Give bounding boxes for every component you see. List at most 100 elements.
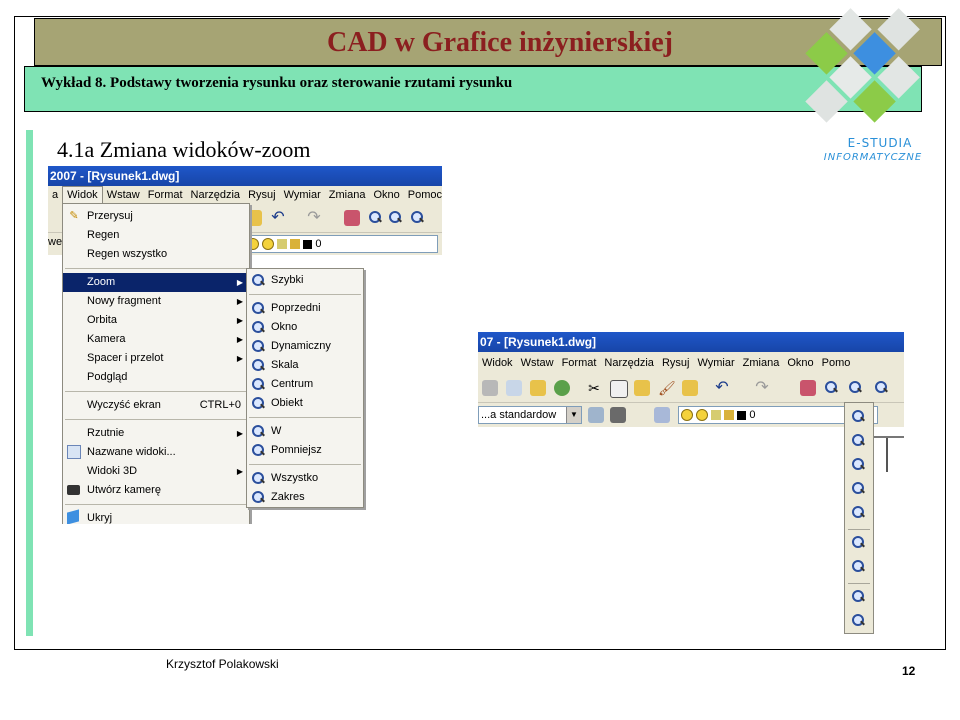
menu-item-rysuj[interactable]: Rysuj — [658, 352, 694, 374]
menu-item-wymiar[interactable]: Wymiar — [280, 186, 325, 204]
menu-spacer-i-przelot[interactable]: Spacer i przelot ▶ — [63, 349, 249, 368]
menu-item-narzedzia[interactable]: Narzędzia — [600, 352, 658, 374]
publish-icon[interactable] — [530, 380, 546, 396]
dropdown-arrow-icon[interactable]: ▼ — [566, 407, 581, 423]
lock-icon — [290, 239, 301, 250]
zoom-window-icon[interactable] — [851, 409, 869, 427]
menu-item-wstaw[interactable]: Wstaw — [517, 352, 558, 374]
zoom-centrum[interactable]: Centrum — [247, 375, 363, 394]
table-style-icon[interactable] — [610, 407, 626, 423]
screenshot-zoom-flyout: 07 - [Rysunek1.dwg] Widok Wstaw Format Narz… — [478, 332, 904, 438]
zoom-obiekt[interactable]: Obiekt — [247, 394, 363, 413]
cut-icon[interactable]: ✂ — [586, 380, 602, 396]
zoom-previous-icon — [251, 301, 265, 315]
pan-icon[interactable] — [800, 380, 816, 396]
zoom-realtime-icon[interactable] — [824, 380, 840, 396]
menu-rzutnie[interactable]: Rzutnie ▶ — [63, 424, 249, 443]
menu-item-rysuj[interactable]: Rysuj — [244, 186, 280, 204]
zoom-all-icon[interactable] — [851, 589, 869, 607]
web-icon[interactable] — [554, 380, 570, 396]
zoom-out-icon[interactable] — [851, 559, 869, 577]
drawing-area[interactable] — [478, 427, 904, 438]
undo-icon[interactable]: ↶ — [714, 380, 730, 396]
zoom-scale-icon[interactable] — [851, 457, 869, 475]
paste-icon[interactable] — [634, 380, 650, 396]
toolbar-separator — [848, 583, 870, 584]
zoom-previous-icon[interactable] — [410, 210, 426, 226]
menu-kamera[interactable]: Kamera ▶ — [63, 330, 249, 349]
match-properties-icon[interactable] — [682, 380, 698, 396]
menu-przerysuj[interactable]: ✎ Przerysuj — [63, 207, 249, 226]
menu-item-widok[interactable]: Widok — [478, 352, 517, 374]
submenu-arrow-icon: ▶ — [236, 467, 243, 476]
menu-wyczysc-ekran[interactable]: Wyczyść ekran CTRL+0 — [63, 396, 249, 415]
zoom-flyout-icon[interactable] — [848, 380, 864, 396]
plot-preview-icon[interactable] — [506, 380, 522, 396]
style-combo[interactable]: ...a standardow ▼ — [478, 406, 582, 424]
menu-item-widok[interactable]: Widok — [62, 186, 103, 204]
viewport-freeze-icon — [711, 410, 722, 421]
zoom-in-icon[interactable] — [851, 535, 869, 553]
zoom-pomniejsz[interactable]: Pomniejsz — [247, 441, 363, 460]
menu-nowy-fragment[interactable]: Nowy fragment ▶ — [63, 292, 249, 311]
zoom-center-icon[interactable] — [851, 481, 869, 499]
brush-icon[interactable]: 🖌 — [658, 380, 676, 396]
dimension-style-icon[interactable] — [588, 407, 604, 423]
color-swatch-icon — [303, 239, 313, 249]
menu-ukryj[interactable]: Ukryj — [63, 509, 249, 524]
menu-item-pomoc[interactable]: Pomoc — [404, 186, 442, 204]
menu-orbita[interactable]: Orbita ▶ — [63, 311, 249, 330]
menu-separator — [249, 417, 361, 418]
menu-item-wstaw[interactable]: Wstaw — [103, 186, 144, 204]
zoom-extents-icon[interactable] — [851, 613, 869, 631]
menu-nazwane-widoki[interactable]: Nazwane widoki... — [63, 443, 249, 462]
redo-icon[interactable]: ↷ — [306, 210, 322, 226]
zoom-realtime-icon[interactable] — [368, 210, 384, 226]
zoom-poprzedni[interactable]: Poprzedni — [247, 299, 363, 318]
zoom-skala[interactable]: Skala — [247, 356, 363, 375]
pan-icon[interactable] — [344, 210, 360, 226]
footer-author: Krzysztof Polakowski — [166, 657, 279, 671]
menu-item-okno[interactable]: Okno — [783, 352, 817, 374]
zoom-zakres[interactable]: Zakres — [247, 488, 363, 507]
print-icon[interactable] — [482, 380, 498, 396]
zoom-w[interactable]: W — [247, 422, 363, 441]
zoom-dynamic-icon[interactable] — [851, 433, 869, 451]
zoom-previous-icon[interactable] — [874, 380, 890, 396]
zoom-window-icon[interactable] — [388, 210, 404, 226]
zoom-submenu: Szybki Poprzedni Okno Dynamiczny Skala C… — [246, 268, 364, 508]
submenu-arrow-icon: ▶ — [236, 429, 243, 438]
menu-utworz-kamere[interactable]: Utwórz kamerę — [63, 481, 249, 500]
menu-item-zmiana[interactable]: Zmiana — [325, 186, 370, 204]
menu-item-wymiar[interactable]: Wymiar — [693, 352, 738, 374]
zoom-dynamiczny[interactable]: Dynamiczny — [247, 337, 363, 356]
layer-manager-icon[interactable] — [654, 407, 670, 423]
menu-item-format[interactable]: Format — [144, 186, 187, 204]
menu-item-format[interactable]: Format — [558, 352, 601, 374]
menu-item-partial[interactable]: a — [48, 186, 62, 204]
menu-item-narzedzia[interactable]: Narzędzia — [187, 186, 245, 204]
zoom-okno[interactable]: Okno — [247, 318, 363, 337]
layer-combo[interactable]: 0 — [244, 235, 438, 253]
copy-icon[interactable] — [610, 380, 628, 398]
slide-subtitle: Wykład 8. Podstawy tworzenia rysunku ora… — [41, 75, 513, 91]
zoom-in-icon — [251, 424, 265, 438]
menu-regen-wszystko[interactable]: Regen wszystko — [63, 245, 249, 264]
menu-separator — [249, 464, 361, 465]
page-number: 12 — [902, 664, 916, 678]
zoom-extents-icon — [251, 490, 265, 504]
menu-widoki-3d[interactable]: Widoki 3D ▶ — [63, 462, 249, 481]
zoom-wszystko[interactable]: Wszystko — [247, 469, 363, 488]
zoom-szybki[interactable]: Szybki — [247, 271, 363, 290]
menu-zoom[interactable]: Zoom ▶ — [63, 273, 249, 292]
undo-icon[interactable]: ↶ — [270, 210, 286, 226]
menu-item-pomoc[interactable]: Pomo — [818, 352, 855, 374]
menu-regen[interactable]: Regen — [63, 226, 249, 245]
standard-toolbar: ✂ 🖌 ↶ ↷ — [478, 374, 904, 403]
menu-item-okno[interactable]: Okno — [369, 186, 403, 204]
zoom-object-icon[interactable] — [851, 505, 869, 523]
menu-podglad[interactable]: Podgląd — [63, 368, 249, 387]
menu-item-zmiana[interactable]: Zmiana — [739, 352, 784, 374]
redo-icon[interactable]: ↷ — [754, 380, 770, 396]
menu-separator — [65, 504, 247, 505]
